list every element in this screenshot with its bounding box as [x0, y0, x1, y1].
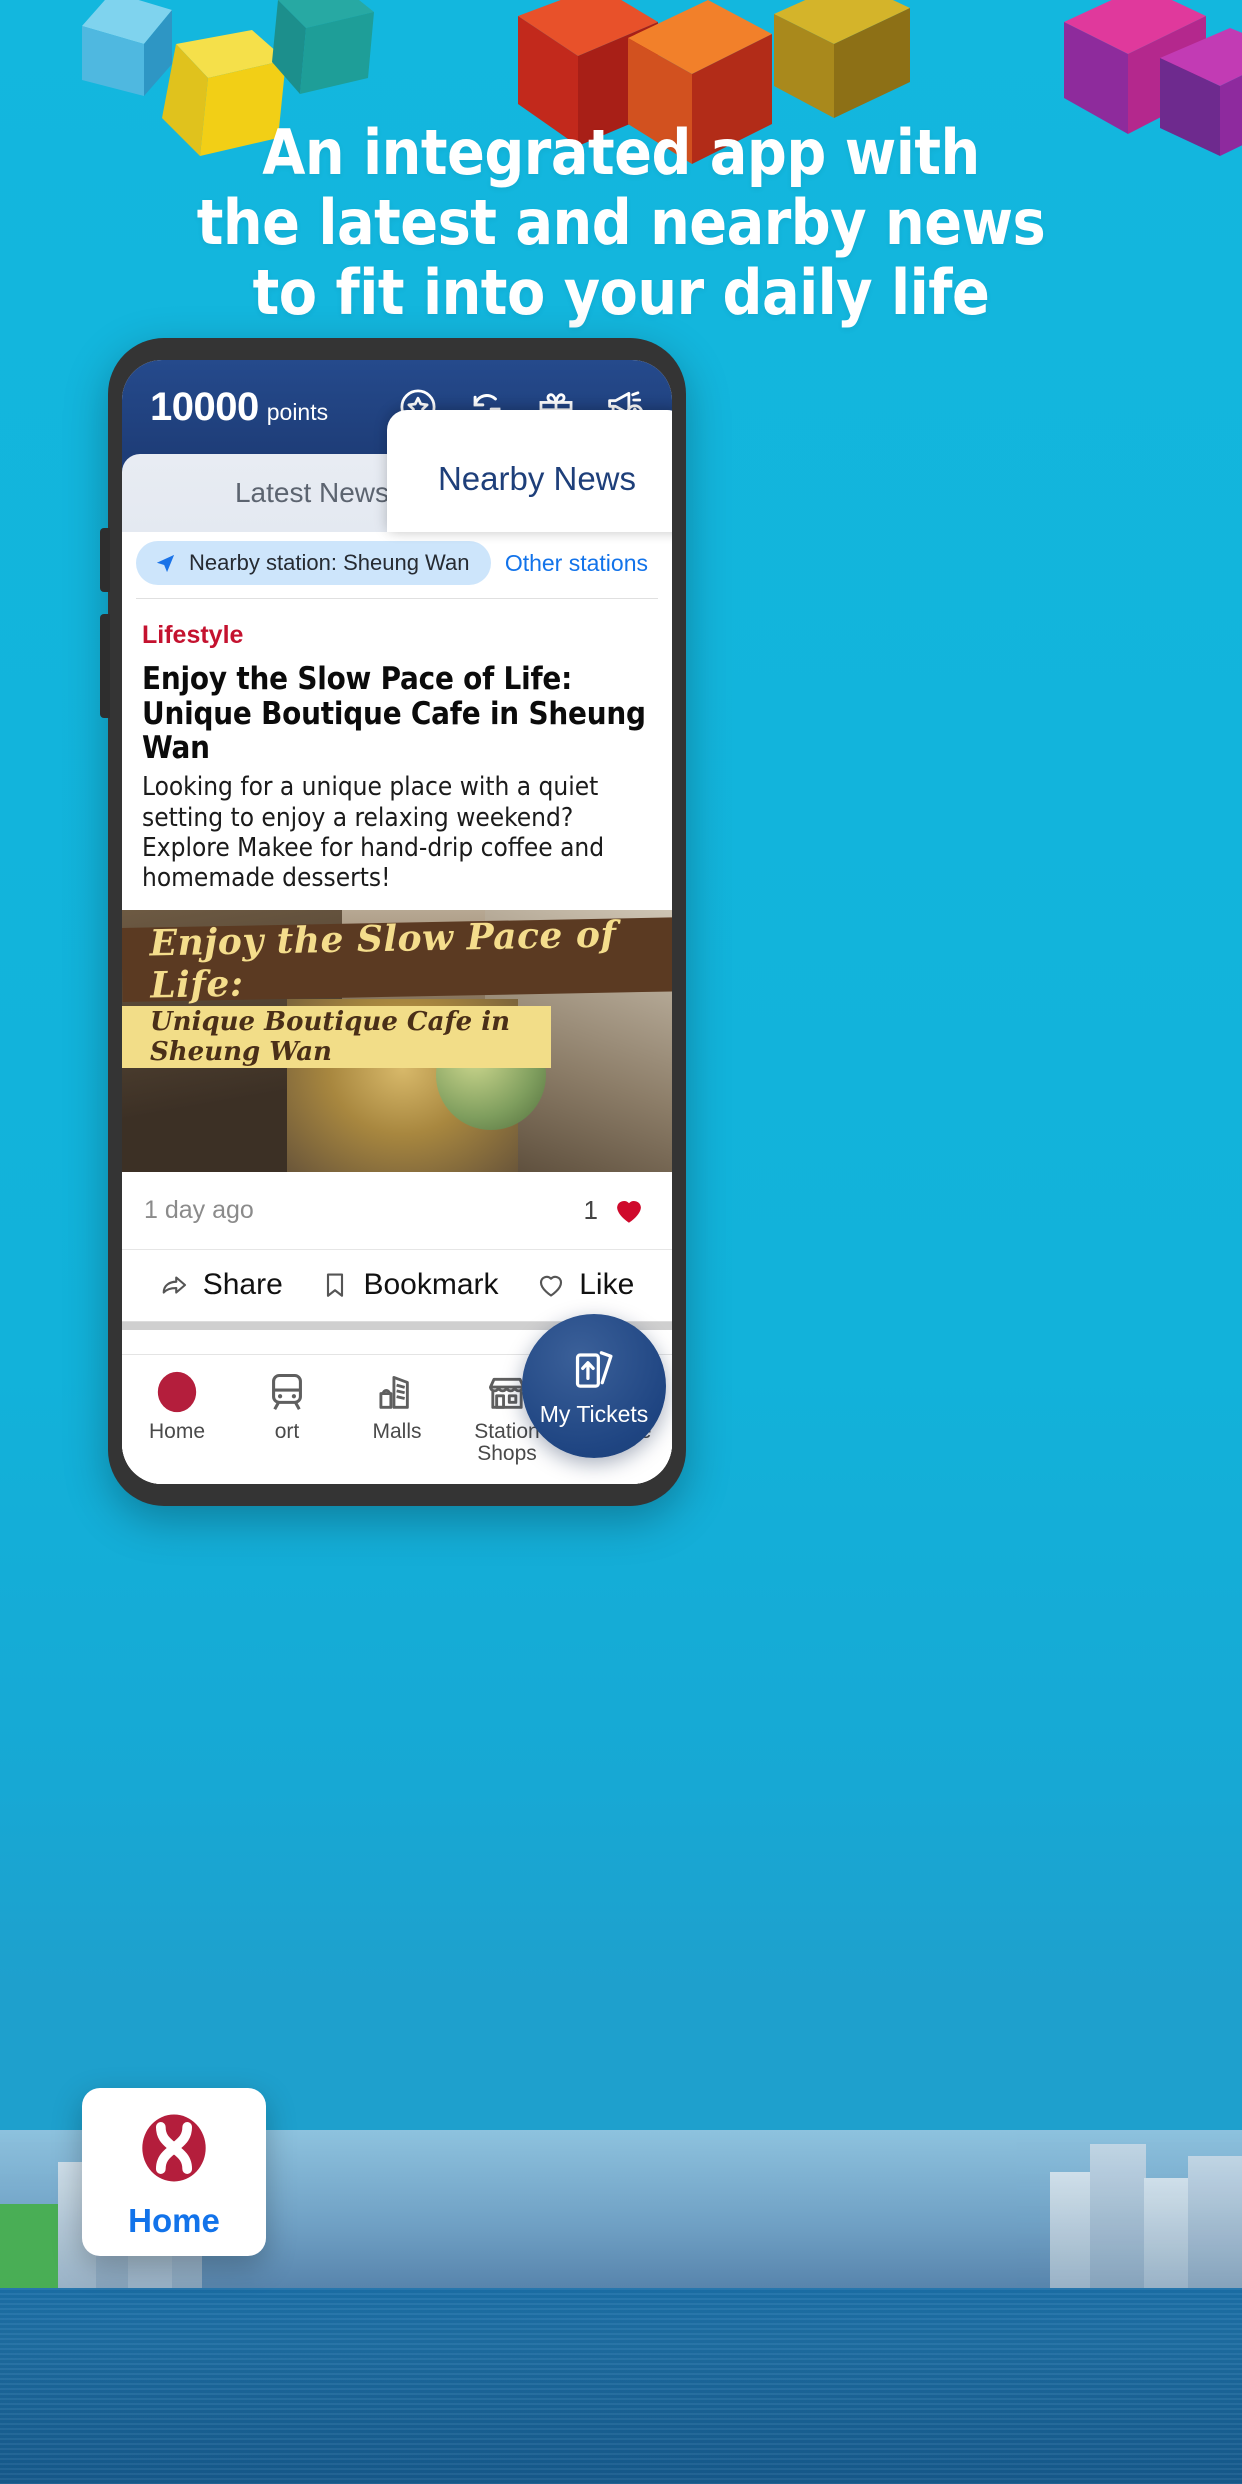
bookmark-label: Bookmark	[363, 1268, 499, 1302]
mtr-logo-icon	[142, 2114, 206, 2182]
bookmark-button[interactable]: Bookmark	[320, 1268, 499, 1302]
phone-mockup: 10000 points Latest News Nearby News Nea…	[100, 338, 686, 1506]
points-label: points	[266, 398, 329, 425]
phone-side-button-top	[100, 528, 110, 592]
article-timestamp: 1 day ago	[144, 1195, 254, 1224]
tab-latest-news-label: Latest News	[234, 477, 390, 508]
building	[0, 2204, 62, 2290]
home-highlight-card[interactable]: Home	[82, 2088, 266, 2256]
decorative-cube-teal	[272, 0, 374, 94]
background-water	[0, 2288, 1242, 2484]
nav-malls-label: Malls	[372, 1420, 422, 1443]
other-stations-link[interactable]: Other stations	[505, 550, 656, 577]
transport-icon	[272, 1373, 302, 1410]
building	[1090, 2144, 1146, 2290]
nav-item-transport[interactable]: ort	[232, 1369, 342, 1443]
nav-station-shops-label: Station Shops	[474, 1420, 540, 1466]
hero-banner-line-1: Enjoy the Slow Pace of Life:	[149, 913, 617, 1007]
tickets-icon	[575, 1350, 613, 1388]
decorative-cube-olive	[774, 0, 910, 118]
nearby-station-bar: Nearby station: Sheung Wan Other station…	[122, 528, 672, 598]
nearby-station-chip[interactable]: Nearby station: Sheung Wan	[136, 541, 492, 585]
share-label: Share	[202, 1268, 283, 1302]
home-card-label: Home	[128, 2202, 220, 2239]
article-category: Lifestyle	[142, 621, 244, 649]
navigation-arrow-icon	[156, 554, 175, 572]
phone-side-button-bottom	[100, 614, 110, 718]
points-value: 10000	[150, 384, 259, 429]
like-count: 1	[583, 1194, 598, 1225]
article-description: Looking for a unique place with a quiet …	[142, 772, 605, 894]
building	[1144, 2178, 1190, 2290]
nav-home-label: Home	[148, 1420, 206, 1443]
building	[1188, 2156, 1242, 2290]
building	[1050, 2172, 1092, 2290]
heart-filled-icon	[617, 1201, 641, 1224]
hero-banner-primary: Enjoy the Slow Pace of Life:	[122, 913, 672, 1006]
phone-screen: 10000 points Latest News Nearby News Nea…	[122, 360, 672, 1484]
hero-banner-line-2: Unique Boutique Cafe in Sheung Wan	[150, 1006, 511, 1067]
like-button[interactable]: Like	[536, 1268, 634, 1302]
nav-transport-label: ort	[274, 1420, 300, 1443]
article-action-row: Share Bookmark Like	[122, 1249, 672, 1322]
article-hero-image[interactable]: Enjoy the Slow Pace of Life: Unique Bout…	[122, 909, 672, 1172]
mtr-logo-icon	[157, 1371, 197, 1413]
malls-icon	[379, 1375, 409, 1409]
headline-line-1: An integrated app with	[262, 116, 980, 189]
nav-item-home[interactable]: Home	[122, 1369, 232, 1443]
headline-line-2: the latest and nearby news	[196, 186, 1046, 259]
nav-item-malls[interactable]: Malls	[342, 1369, 452, 1443]
heart-outline-icon	[540, 1276, 563, 1297]
headline-line-3: to fit into your daily life	[252, 256, 990, 329]
like-label: Like	[579, 1268, 635, 1302]
page-headline: An integrated app with the latest and ne…	[0, 118, 1242, 328]
bookmark-icon	[327, 1273, 344, 1298]
article-title: Enjoy the Slow Pace of Life: Unique Bout…	[142, 661, 646, 767]
share-icon	[162, 1276, 186, 1294]
tab-nearby-news-label: Nearby News	[437, 460, 637, 497]
tab-nearby-news[interactable]: Nearby News	[387, 410, 672, 532]
my-tickets-button[interactable]: My Tickets	[522, 1314, 666, 1458]
my-tickets-label: My Tickets	[539, 1400, 649, 1427]
article-like-summary: 1	[584, 1193, 646, 1227]
share-button[interactable]: Share	[160, 1268, 283, 1302]
hero-banner-secondary: Unique Boutique Cafe in Sheung Wan	[122, 1005, 551, 1068]
nearby-station-label: Nearby station: Sheung Wan	[189, 550, 470, 575]
article-text-block: Lifestyle Enjoy the Slow Pace of Life: U…	[122, 599, 672, 910]
news-tab-bar: Latest News Nearby News	[122, 410, 672, 532]
article-meta-row: 1 day ago 1	[122, 1171, 672, 1250]
points-display[interactable]: 10000 points	[150, 385, 328, 430]
